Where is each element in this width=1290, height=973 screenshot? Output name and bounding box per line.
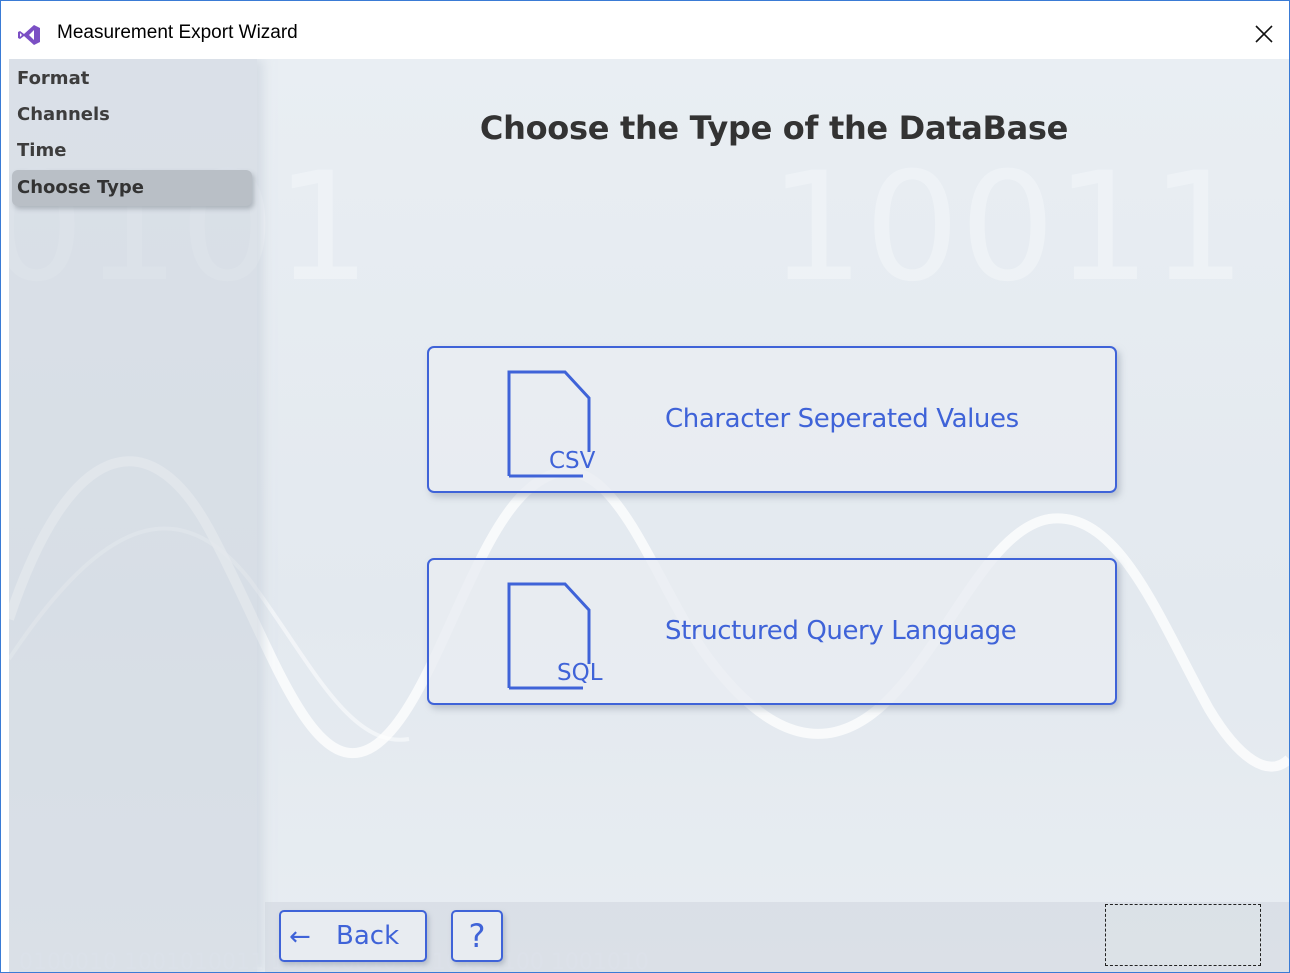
window-title: Measurement Export Wizard: [57, 22, 298, 43]
wizard-steps-sidebar: Format Channels Time Choose Type: [9, 59, 257, 972]
sql-tag: SQL: [557, 660, 603, 686]
step-format[interactable]: Format: [12, 61, 252, 97]
visual-studio-icon: [18, 25, 40, 45]
close-icon: [1255, 25, 1273, 43]
back-label: Back: [336, 921, 400, 951]
focus-placeholder: [1105, 904, 1261, 966]
step-time[interactable]: Time: [12, 133, 252, 169]
arrow-left-icon: ←: [289, 922, 311, 952]
title-bar: Measurement Export Wizard: [1, 1, 1289, 59]
step-channels[interactable]: Channels: [12, 97, 252, 133]
svg-text:10011: 10011: [769, 141, 1246, 315]
csv-option-button[interactable]: CSV Character Seperated Values: [427, 346, 1117, 493]
sql-option-button[interactable]: SQL Structured Query Language: [427, 558, 1117, 705]
wizard-content: 0101 10011 0100010 1001010011 1001100101…: [9, 59, 1289, 972]
sql-option-label: Structured Query Language: [665, 616, 1017, 646]
help-button[interactable]: ?: [451, 910, 503, 962]
csv-option-label: Character Seperated Values: [665, 404, 1019, 434]
page-title: Choose the Type of the DataBase: [479, 109, 1069, 147]
step-choose-type[interactable]: Choose Type: [12, 170, 252, 206]
close-button[interactable]: [1241, 15, 1287, 53]
back-button[interactable]: ← Back: [279, 910, 427, 962]
csv-tag: CSV: [549, 448, 596, 474]
wizard-window: Measurement Export Wizard 0101 10011 010…: [0, 0, 1290, 973]
